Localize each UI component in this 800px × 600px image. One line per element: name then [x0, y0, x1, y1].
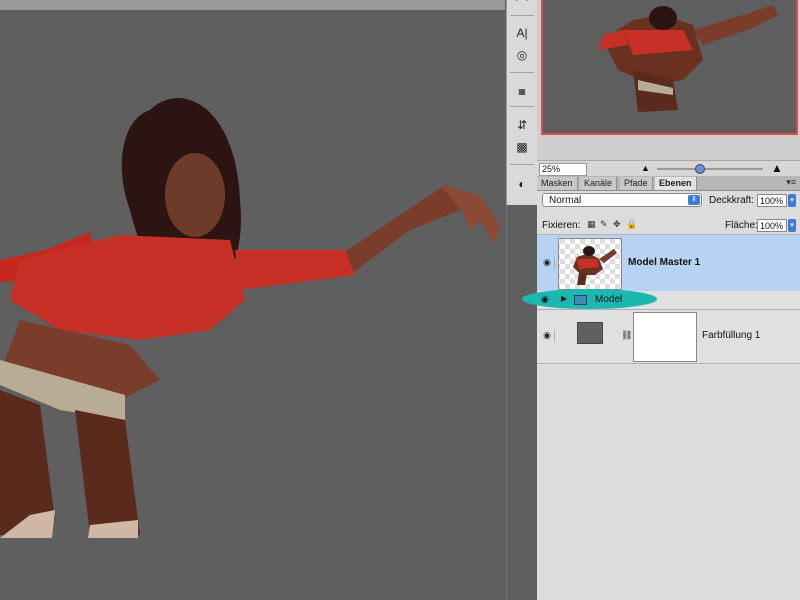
tab-pfade[interactable]: Pfade — [620, 177, 653, 190]
tool-strip: ⌒ A| ◎ ▦ ⇵ ▩ ◐ — [506, 0, 538, 205]
link-icon: ⛓ — [621, 330, 633, 340]
collapse-icon[interactable]: ⌒ — [512, 0, 532, 12]
chevron-updown-icon: ⇕ — [688, 195, 700, 205]
divider — [510, 15, 534, 16]
layer-row-model-master[interactable]: ◉ Model Master 1 — [537, 235, 800, 292]
blend-mode-value: Normal — [549, 195, 582, 206]
zoom-in-icon[interactable]: ▲ — [771, 161, 783, 175]
divider — [510, 164, 534, 165]
navigator-zoom-bar: 25% ▲ ▲ — [537, 160, 800, 177]
grid-icon[interactable]: ▩ — [512, 138, 532, 156]
zoom-slider-track[interactable] — [657, 168, 763, 170]
blend-row: Normal ⇕ Deckkraft: 100% ▾ — [537, 191, 800, 213]
opacity-dropdown-icon[interactable]: ▾ — [788, 194, 796, 207]
eye-icon[interactable]: ◉ — [540, 257, 555, 269]
tab-ebenen[interactable]: Ebenen — [655, 177, 697, 190]
fill-field[interactable]: 100% — [757, 219, 787, 232]
lock-paint-icon[interactable]: ✎ — [600, 219, 608, 230]
model-image — [0, 98, 500, 538]
layers-panel: Masken Kanäle Pfade Ebenen ▾≡ Normal ⇕ D… — [537, 176, 800, 600]
paragraph-icon[interactable]: ▦ — [512, 82, 532, 100]
navigator-preview[interactable] — [541, 0, 798, 135]
brush-icon[interactable]: ◐ — [512, 175, 532, 193]
layer-name: Model Master 1 — [628, 257, 701, 268]
lock-label: Fixieren: — [542, 220, 581, 231]
fill-thumbnail — [577, 322, 603, 344]
group-layer-name: Model — [595, 294, 623, 305]
eye-icon[interactable]: ◉ — [541, 294, 549, 305]
lock-row: Fixieren: ▦ ✎ ✥ 🔒 Fläche: 100% ▾ — [537, 216, 800, 235]
tab-masken[interactable]: Masken — [537, 177, 578, 190]
panel-menu-icon[interactable]: ▾≡ — [786, 177, 796, 188]
layer-name: Farbfüllung 1 — [702, 330, 761, 341]
opacity-field[interactable]: 100% — [757, 194, 787, 207]
expand-triangle-icon[interactable]: ▶ — [561, 294, 567, 303]
fill-dropdown-icon[interactable]: ▾ — [788, 219, 796, 232]
divider — [510, 106, 534, 107]
eye-icon[interactable]: ◉ — [540, 330, 555, 342]
blend-mode-select[interactable]: Normal ⇕ — [542, 193, 702, 207]
text-icon[interactable]: A| — [512, 24, 532, 42]
zoom-out-icon[interactable]: ▲ — [641, 163, 650, 173]
tool-strip-empty — [506, 205, 537, 600]
zoom-slider-handle[interactable] — [695, 164, 705, 174]
folder-icon — [574, 295, 587, 305]
lock-move-icon[interactable]: ✥ — [613, 219, 621, 230]
rotate-icon[interactable]: ◎ — [512, 46, 532, 64]
layer-thumbnail — [558, 238, 622, 290]
zoom-field[interactable]: 25% — [539, 163, 587, 176]
lock-transparency-icon[interactable]: ▦ — [587, 219, 596, 230]
panel-tabs: Masken Kanäle Pfade Ebenen ▾≡ — [537, 176, 800, 191]
usb-icon[interactable]: ⇵ — [512, 116, 532, 134]
document-canvas[interactable] — [0, 10, 505, 600]
opacity-label: Deckkraft: — [709, 195, 755, 206]
navigator-panel — [537, 0, 800, 160]
lock-all-icon[interactable]: 🔒 — [626, 219, 637, 230]
tab-kanaele[interactable]: Kanäle — [580, 177, 618, 190]
fill-label: Fläche: — [725, 220, 758, 231]
layers-empty-area — [537, 364, 800, 600]
mask-thumbnail — [633, 312, 697, 362]
divider — [510, 72, 534, 73]
layer-row-color-fill[interactable]: ◉ ⛓ Farbfüllung 1 — [537, 310, 800, 364]
